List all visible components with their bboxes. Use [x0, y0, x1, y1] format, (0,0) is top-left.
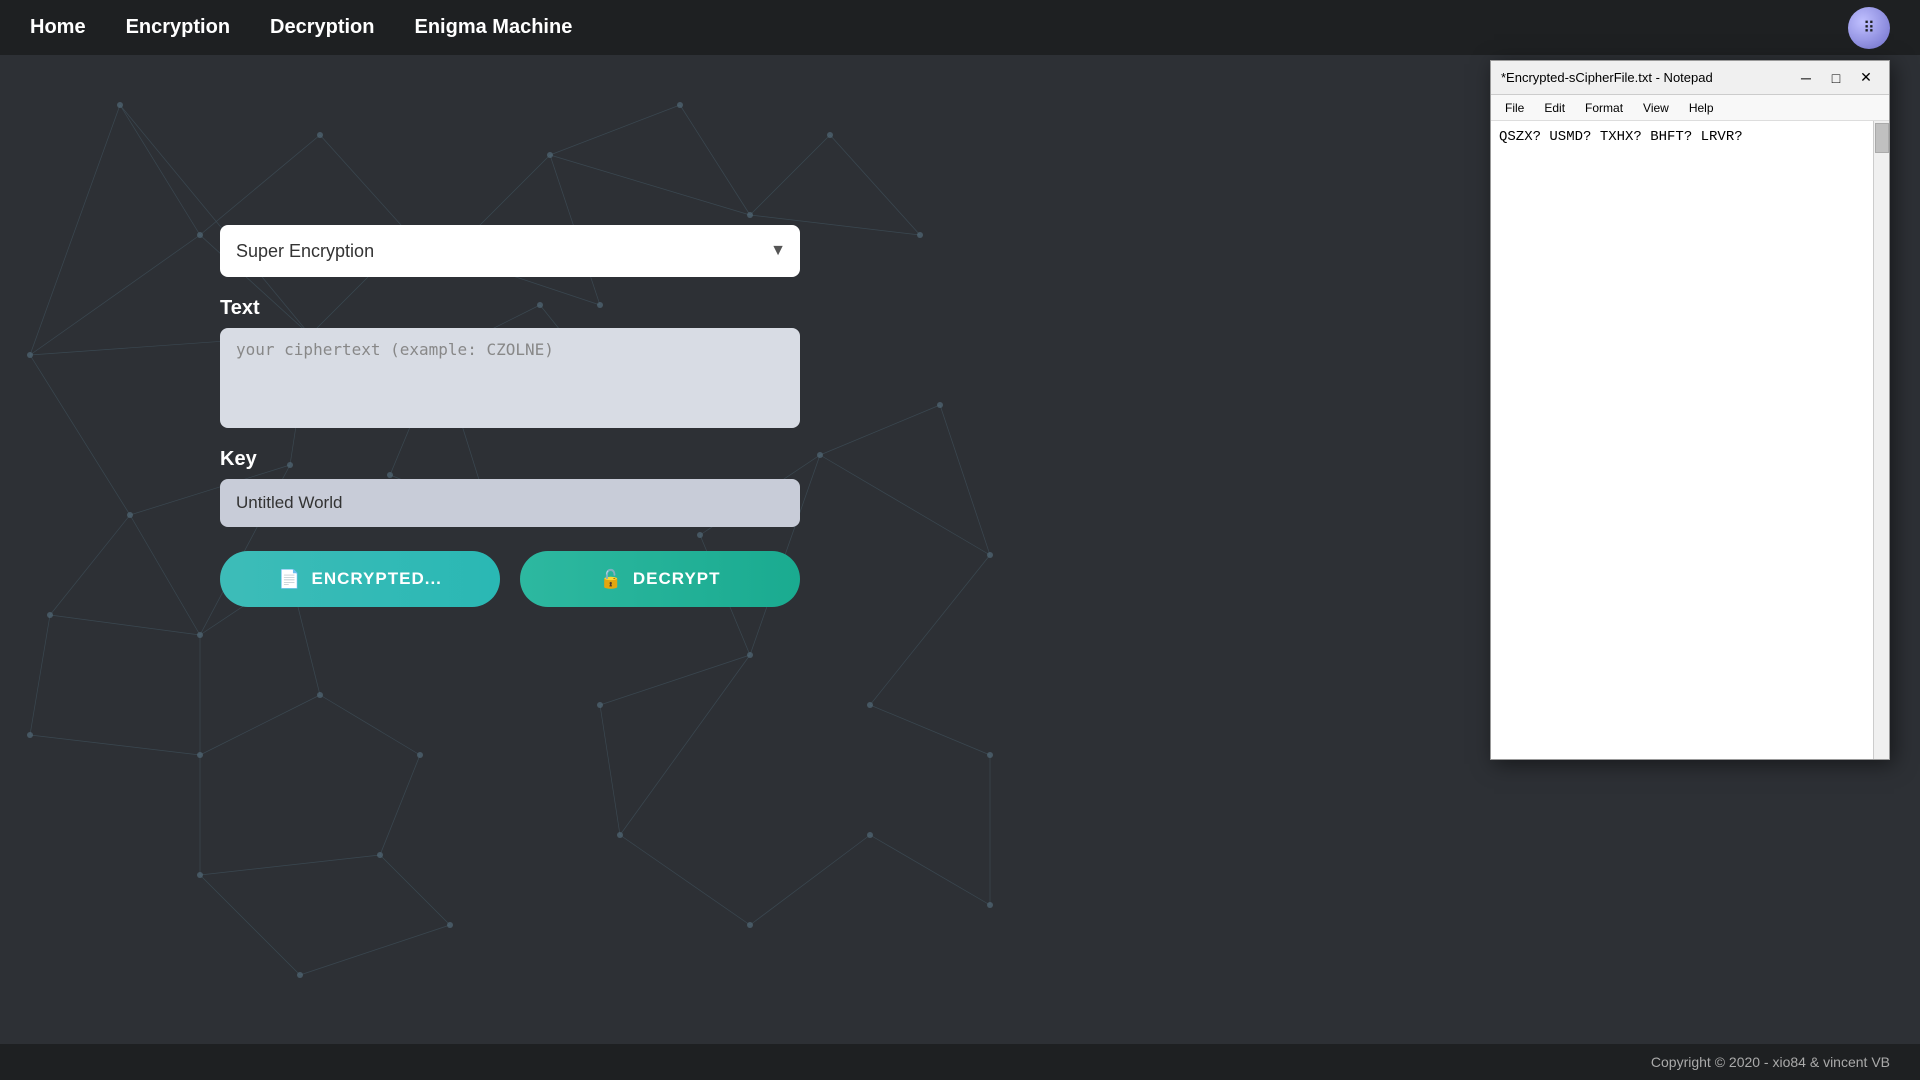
nav-enigma[interactable]: Enigma Machine [415, 16, 573, 39]
file-icon: 📄 [278, 569, 301, 590]
notepad-title: *Encrypted-sCipherFile.txt - Notepad [1501, 70, 1713, 85]
notepad-menu-help[interactable]: Help [1681, 99, 1722, 117]
footer-copyright: Copyright © 2020 - xio84 & vincent VB [1651, 1054, 1890, 1070]
key-label: Key [220, 448, 800, 471]
notepad-menu-edit[interactable]: Edit [1536, 99, 1573, 117]
cipher-dropdown[interactable]: Super Encryption Caesar Cipher Vigenere … [220, 225, 800, 277]
notepad-text: QSZX? USMD? TXHX? BHFT? LRVR? [1499, 129, 1743, 145]
notepad-close-button[interactable]: ✕ [1853, 67, 1879, 89]
nav-home[interactable]: Home [30, 16, 86, 39]
dropdown-wrapper: Super Encryption Caesar Cipher Vigenere … [220, 225, 800, 277]
notepad-content[interactable]: QSZX? USMD? TXHX? BHFT? LRVR? [1491, 121, 1889, 759]
lock-icon: 🔓 [599, 569, 622, 590]
notepad-window: *Encrypted-sCipherFile.txt - Notepad ─ □… [1490, 60, 1890, 760]
text-input[interactable] [220, 328, 800, 428]
encrypted-button[interactable]: 📄 ENCRYPTED... [220, 551, 500, 607]
main-content: Super Encryption Caesar Cipher Vigenere … [0, 55, 1020, 1025]
text-label: Text [220, 297, 800, 320]
decrypt-button[interactable]: 🔓 DECRYPT [520, 551, 800, 607]
buttons-row: 📄 ENCRYPTED... 🔓 DECRYPT [220, 551, 800, 607]
form-container: Super Encryption Caesar Cipher Vigenere … [220, 225, 800, 607]
notepad-menu-format[interactable]: Format [1577, 99, 1631, 117]
nav-decryption[interactable]: Decryption [270, 16, 374, 39]
encrypted-button-label: ENCRYPTED... [312, 569, 442, 589]
notepad-menu-file[interactable]: File [1497, 99, 1532, 117]
user-avatar[interactable] [1848, 7, 1890, 49]
navbar: Home Encryption Decryption Enigma Machin… [0, 0, 1920, 55]
notepad-minimize-button[interactable]: ─ [1793, 67, 1819, 89]
notepad-controls: ─ □ ✕ [1793, 67, 1879, 89]
notepad-menubar: File Edit Format View Help [1491, 95, 1889, 121]
notepad-scrollbar-thumb[interactable] [1875, 123, 1889, 153]
notepad-menu-view[interactable]: View [1635, 99, 1677, 117]
decrypt-button-label: DECRYPT [633, 569, 721, 589]
notepad-titlebar: *Encrypted-sCipherFile.txt - Notepad ─ □… [1491, 61, 1889, 95]
notepad-scrollbar[interactable] [1873, 121, 1889, 759]
footer: Copyright © 2020 - xio84 & vincent VB [0, 1044, 1920, 1080]
notepad-maximize-button[interactable]: □ [1823, 67, 1849, 89]
nav-encryption[interactable]: Encryption [126, 16, 230, 39]
key-input[interactable] [220, 479, 800, 527]
